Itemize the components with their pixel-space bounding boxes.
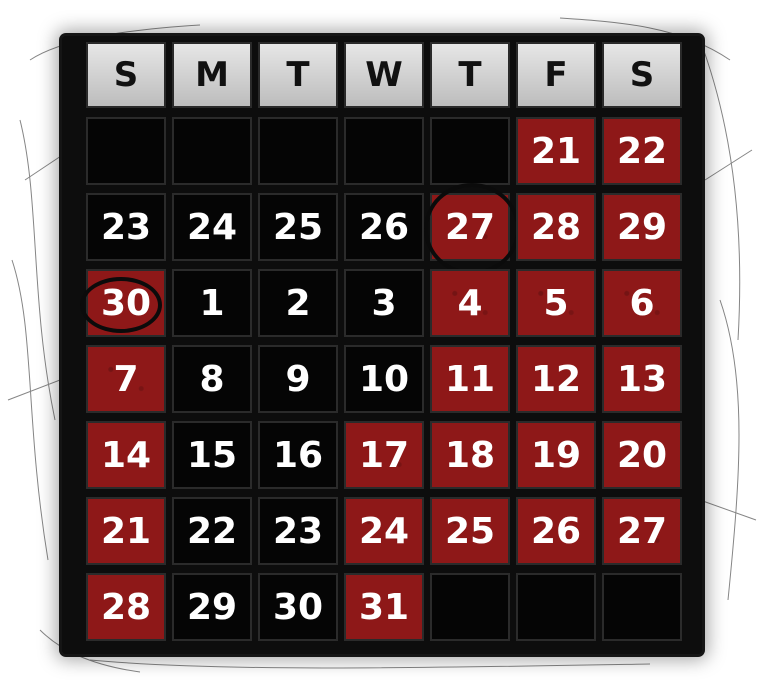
empty-day-cell [430,573,510,641]
circle-mark [80,277,162,333]
day-cell[interactable]: 2 [258,269,338,337]
day-cell[interactable]: 20 [602,421,682,489]
calendar-grid: 21 22 23 24 25 26 27 28 29 30 1 2 3 4 5 6 7 8 9 10 11 12 13 14 1… [80,117,682,641]
day-cell[interactable]: 27 [424,183,520,275]
empty-day-cell [516,573,596,641]
day-cell[interactable]: 10 [344,345,424,413]
day-cell[interactable]: 29 [172,573,252,641]
day-cell[interactable]: 12 [516,345,596,413]
weekday-sun: S [86,42,166,108]
empty-day-cell [602,573,682,641]
day-cell[interactable]: 5 [516,269,596,337]
day-cell[interactable]: 18 [430,421,510,489]
weekday-thu: T [430,42,510,108]
day-cell[interactable]: 7 [86,345,166,413]
day-cell[interactable]: 11 [430,345,510,413]
day-cell[interactable]: 4 [430,269,510,337]
day-cell[interactable]: 24 [172,193,252,261]
day-cell[interactable]: 30 [80,269,166,337]
day-cell[interactable]: 29 [602,193,682,261]
weekday-sat: S [602,42,682,108]
day-cell[interactable]: 31 [344,573,424,641]
day-cell[interactable]: 27 [602,497,682,565]
weekday-fri: F [516,42,596,108]
day-cell[interactable]: 16 [258,421,338,489]
day-cell[interactable]: 14 [86,421,166,489]
day-cell[interactable]: 25 [430,497,510,565]
empty-day-cell [258,117,338,185]
day-cell[interactable]: 22 [602,117,682,185]
empty-day-cell [430,117,510,185]
day-cell[interactable]: 21 [86,497,166,565]
day-cell[interactable]: 26 [516,497,596,565]
day-cell[interactable]: 24 [344,497,424,565]
day-cell[interactable]: 1 [172,269,252,337]
weekday-header: S M T W T F S [86,42,682,108]
day-cell[interactable]: 8 [172,345,252,413]
day-cell[interactable]: 28 [516,193,596,261]
day-cell[interactable]: 26 [344,193,424,261]
day-cell[interactable]: 22 [172,497,252,565]
day-cell[interactable]: 30 [258,573,338,641]
weekday-tue: T [258,42,338,108]
empty-day-cell [86,117,166,185]
empty-day-cell [172,117,252,185]
empty-day-cell [344,117,424,185]
day-cell[interactable]: 25 [258,193,338,261]
circle-mark [424,183,520,275]
day-cell[interactable]: 23 [258,497,338,565]
day-cell[interactable]: 28 [86,573,166,641]
day-cell[interactable]: 19 [516,421,596,489]
weekday-wed: W [344,42,424,108]
day-cell[interactable]: 13 [602,345,682,413]
day-cell[interactable]: 21 [516,117,596,185]
day-cell[interactable]: 6 [602,269,682,337]
day-cell[interactable]: 17 [344,421,424,489]
day-cell[interactable]: 3 [344,269,424,337]
day-cell[interactable]: 15 [172,421,252,489]
day-cell[interactable]: 23 [86,193,166,261]
day-cell[interactable]: 9 [258,345,338,413]
weekday-mon: M [172,42,252,108]
